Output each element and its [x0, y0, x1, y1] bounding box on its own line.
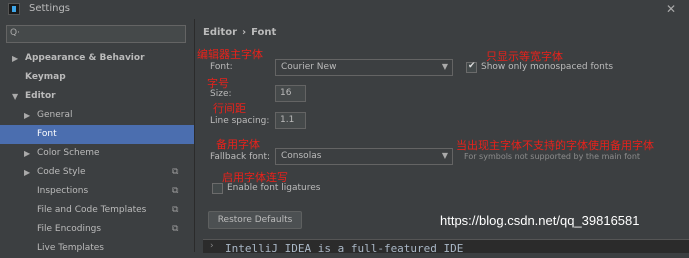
fallback-font-value: Consolas [281, 151, 322, 161]
sidebar-item-general[interactable]: ▶ General [0, 106, 194, 125]
chevron-down-icon: ▼ [441, 62, 448, 71]
sidebar-item-label: Keymap [25, 72, 66, 82]
expand-arrow-icon[interactable]: ▶ [24, 106, 34, 125]
font-size-input[interactable]: 16 [275, 85, 306, 102]
sidebar-item-label: Color Scheme [37, 148, 100, 158]
annotation-line-spacing: 行间距 [213, 102, 246, 115]
breadcrumb-parent: Editor [203, 27, 237, 38]
fallback-font-hint: For symbols not supported by the main fo… [464, 152, 641, 161]
sidebar-item-color-scheme[interactable]: ▶ Color Scheme [0, 144, 194, 163]
line-spacing-value: 1.1 [280, 115, 295, 125]
sidebar-item-label: General [37, 110, 73, 120]
settings-sidebar: Q· ▶ Appearance & Behavior Keymap ▼ Edit… [0, 19, 194, 253]
sidebar-item-file-encodings[interactable]: File Encodings ⧉ [0, 220, 194, 239]
sidebar-item-label: File and Code Templates [37, 205, 147, 215]
breadcrumb-current: Font [251, 27, 277, 38]
search-icon: Q· [10, 28, 20, 38]
annotation-fallback-font: 备用字体 [216, 138, 260, 151]
annotation-ligatures: 启用字体连写 [222, 171, 288, 184]
chevron-down-icon: ▼ [441, 151, 448, 160]
project-copy-icon: ⧉ [172, 224, 179, 234]
sidebar-item-label: Editor [25, 91, 56, 101]
sidebar-item-editor[interactable]: ▼ Editor [0, 87, 194, 106]
sidebar-item-label: Font [37, 129, 57, 139]
annotation-monospaced-only: 只显示等宽字体 [486, 50, 563, 63]
sidebar-item-code-style[interactable]: ▶ Code Style ⧉ [0, 163, 194, 182]
line-spacing-input[interactable]: 1.1 [275, 112, 306, 129]
project-copy-icon: ⧉ [172, 167, 179, 177]
project-copy-icon: ⧉ [172, 205, 179, 215]
font-size-value: 16 [280, 88, 292, 98]
sidebar-item-label: File Encodings [37, 224, 102, 234]
line-spacing-label: Line spacing: [210, 116, 270, 126]
font-dropdown[interactable]: Courier New ▼ [275, 59, 453, 76]
font-label: Font: [210, 62, 233, 72]
settings-search-input[interactable] [25, 27, 180, 41]
title-bar: Settings ✕ [0, 0, 689, 19]
annotation-font-size: 字号 [207, 77, 229, 90]
fallback-font-label: Fallback font: [210, 152, 271, 162]
sidebar-item-appearance-behavior[interactable]: ▶ Appearance & Behavior [0, 49, 194, 68]
font-dropdown-value: Courier New [281, 62, 337, 72]
expand-arrow-icon[interactable]: ▶ [24, 144, 34, 163]
expand-arrow-icon[interactable]: ▶ [24, 163, 34, 182]
sidebar-item-live-templates[interactable]: Live Templates [0, 239, 194, 258]
font-preview-text: IntelliJ IDEA is a full-featured IDE [225, 242, 464, 255]
sidebar-item-inspections[interactable]: Inspections ⧉ [0, 182, 194, 201]
annotation-main-font: 编辑器主字体 [197, 48, 263, 61]
font-preview-editor[interactable]: › IntelliJ IDEA is a full-featured IDE [203, 239, 689, 255]
sidebar-item-keymap[interactable]: Keymap [0, 68, 194, 87]
monospaced-checkbox[interactable] [466, 61, 477, 73]
sidebar-item-label: Code Style [37, 167, 86, 177]
annotation-fallback-explain: 当出现主字体不支持的字体使用备用字体 [456, 139, 654, 152]
collapse-arrow-icon[interactable]: ▼ [12, 87, 22, 106]
window-title: Settings [29, 3, 71, 14]
sidebar-item-label: Appearance & Behavior [25, 53, 145, 63]
watermark-url: https://blog.csdn.net/qq_39816581 [440, 213, 640, 228]
restore-defaults-button[interactable]: Restore Defaults [208, 211, 302, 229]
sidebar-item-label: Inspections [37, 186, 89, 196]
fallback-font-dropdown[interactable]: Consolas ▼ [275, 148, 453, 165]
sidebar-item-label: Live Templates [37, 243, 104, 253]
breadcrumb: Editor › Font [203, 27, 276, 38]
sidebar-item-file-code-templates[interactable]: File and Code Templates ⧉ [0, 201, 194, 220]
intellij-app-icon [8, 3, 20, 15]
panel-divider[interactable] [194, 19, 195, 252]
expand-arrow-icon[interactable]: ▶ [12, 49, 22, 68]
breadcrumb-separator: › [242, 27, 247, 38]
fold-arrow-icon: › [210, 241, 214, 251]
settings-search-box[interactable]: Q· [6, 25, 186, 43]
sidebar-item-font[interactable]: Font [0, 125, 194, 144]
project-copy-icon: ⧉ [172, 186, 179, 196]
close-button[interactable]: ✕ [664, 1, 678, 17]
